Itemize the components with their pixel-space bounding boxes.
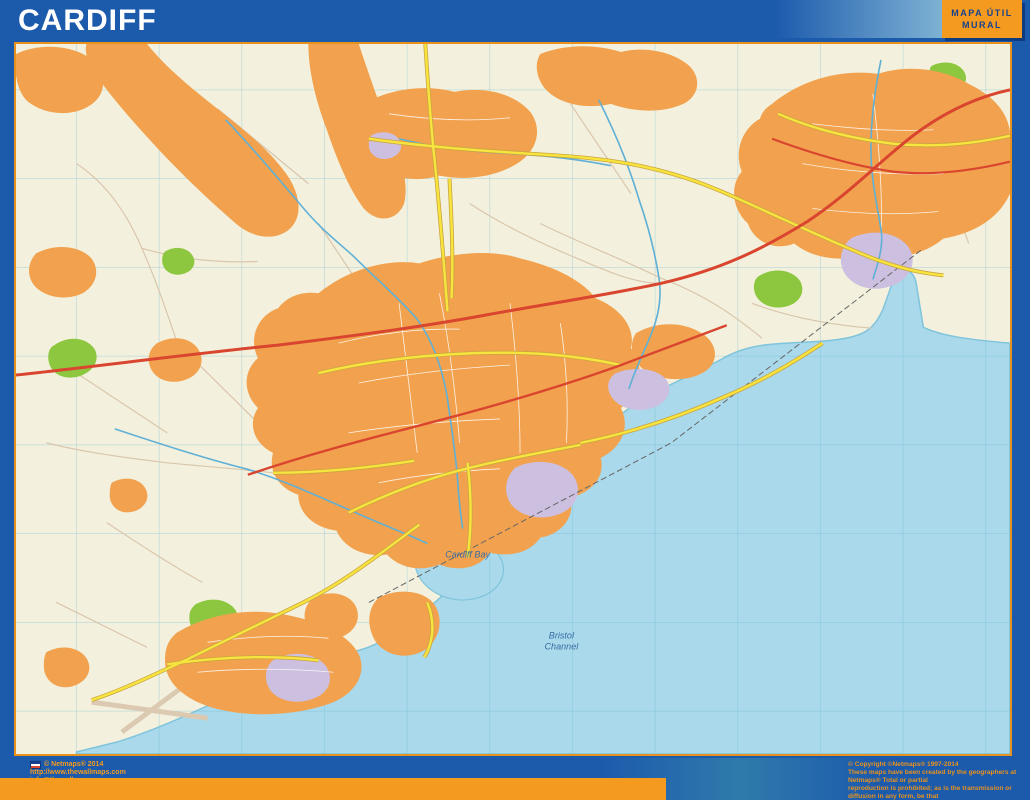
- badge-line2: MURAL: [962, 19, 1002, 31]
- wall-map-poster: CARDIFF MAPA ÚTIL MURAL: [0, 0, 1030, 800]
- bristol-channel-label-line1: Bristol: [549, 630, 575, 640]
- copyright-line-1: © Copyright ©Netmaps® 1997-2014: [848, 761, 1023, 769]
- map-canvas: Cardiff Bay Bristol Channel: [16, 44, 1010, 754]
- copyright-line-3: reproduction is prohibited; as is the tr…: [848, 785, 1023, 800]
- title-bar: CARDIFF MAPA ÚTIL MURAL: [0, 0, 1030, 42]
- cardiff-bay-label: Cardiff Bay: [445, 550, 490, 560]
- badge-line1: MAPA ÚTIL: [951, 7, 1013, 19]
- bristol-channel-label-line2: Channel: [545, 641, 580, 651]
- footer-bar: © Netmaps® 2014 http://www.thewallmaps.c…: [0, 758, 1030, 800]
- map-title: CARDIFF: [18, 4, 157, 38]
- footer-orange-bar: [0, 778, 666, 800]
- credit-line-1: © Netmaps® 2014: [44, 761, 103, 769]
- netmaps-flag-icon: [30, 761, 41, 769]
- copyright-line-2: These maps have been created by the geog…: [848, 769, 1023, 785]
- mapa-util-badge: MAPA ÚTIL MURAL: [942, 0, 1022, 38]
- copyright-notice: © Copyright ©Netmaps® 1997-2014 These ma…: [848, 761, 1023, 800]
- credit-line-2: http://www.thewallmaps.com: [30, 769, 126, 777]
- map-frame: Cardiff Bay Bristol Channel: [14, 42, 1012, 756]
- badge-gradient-strip: [774, 0, 944, 38]
